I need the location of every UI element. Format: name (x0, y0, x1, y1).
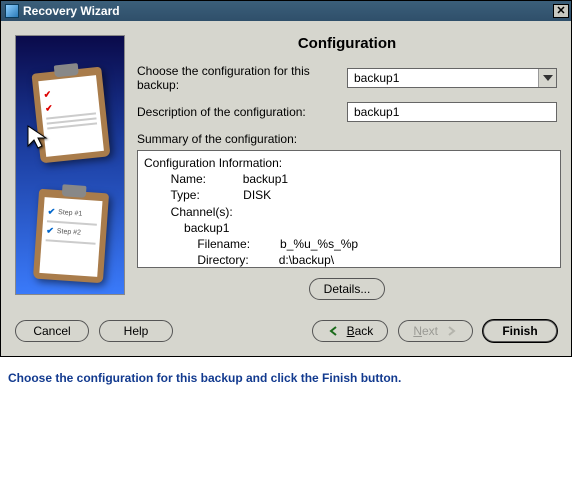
summary-textarea[interactable]: Configuration Information: Name: backup1… (137, 150, 561, 268)
cancel-button[interactable]: Cancel (15, 320, 89, 342)
finish-button-label: Finish (502, 324, 537, 338)
summary-name-value: backup1 (243, 172, 288, 186)
cancel-button-label: Cancel (33, 324, 70, 338)
next-button: Next (398, 320, 473, 342)
description-field[interactable]: backup1 (347, 102, 557, 122)
close-button[interactable]: ✕ (553, 4, 569, 18)
description-value: backup1 (354, 105, 399, 119)
summary-type-value: DISK (243, 188, 271, 202)
wizard-sidebar-image: Step #1 Step #2 (15, 35, 125, 295)
summary-type-label: Type: (170, 188, 199, 202)
summary-name-label: Name: (171, 172, 206, 186)
summary-channel-name: backup1 (184, 221, 229, 235)
summary-label: Summary of the configuration: (137, 132, 557, 146)
summary-filename-label: Filename: (197, 237, 250, 251)
choose-config-label: Choose the configuration for this backup… (137, 64, 341, 92)
details-button-label: Details... (324, 282, 371, 296)
instruction-text: Choose the configuration for this backup… (0, 357, 572, 389)
back-button-label: Back (347, 324, 374, 338)
config-dropdown-value: backup1 (354, 71, 399, 85)
summary-filename-value: b_%u_%s_%p (280, 237, 358, 251)
wizard-window: Recovery Wizard ✕ (0, 0, 572, 357)
window-title: Recovery Wizard (23, 4, 120, 18)
app-icon (5, 4, 19, 18)
config-dropdown[interactable]: backup1 (347, 68, 557, 88)
summary-channels-label: Channel(s): (171, 205, 233, 219)
description-label: Description of the configuration: (137, 105, 306, 119)
chevron-right-icon (444, 324, 458, 338)
titlebar: Recovery Wizard ✕ (1, 1, 571, 21)
chevron-left-icon (327, 324, 341, 338)
back-button[interactable]: Back (312, 320, 389, 342)
main-panel: Configuration Choose the configuration f… (137, 35, 557, 300)
next-button-label: Next (413, 324, 438, 338)
wizard-footer: Cancel Help Back Next Finish (1, 310, 571, 356)
help-button-label: Help (124, 324, 149, 338)
summary-header: Configuration Information: (144, 156, 282, 170)
help-button[interactable]: Help (99, 320, 173, 342)
summary-directory-label: Directory: (197, 253, 248, 267)
summary-directory-value: d:\backup\ (279, 253, 334, 267)
details-button[interactable]: Details... (309, 278, 386, 300)
page-title: Configuration (137, 35, 557, 52)
finish-button[interactable]: Finish (483, 320, 557, 342)
content-area: Step #1 Step #2 Configuration Choose the… (1, 21, 571, 310)
chevron-down-icon (538, 69, 556, 87)
